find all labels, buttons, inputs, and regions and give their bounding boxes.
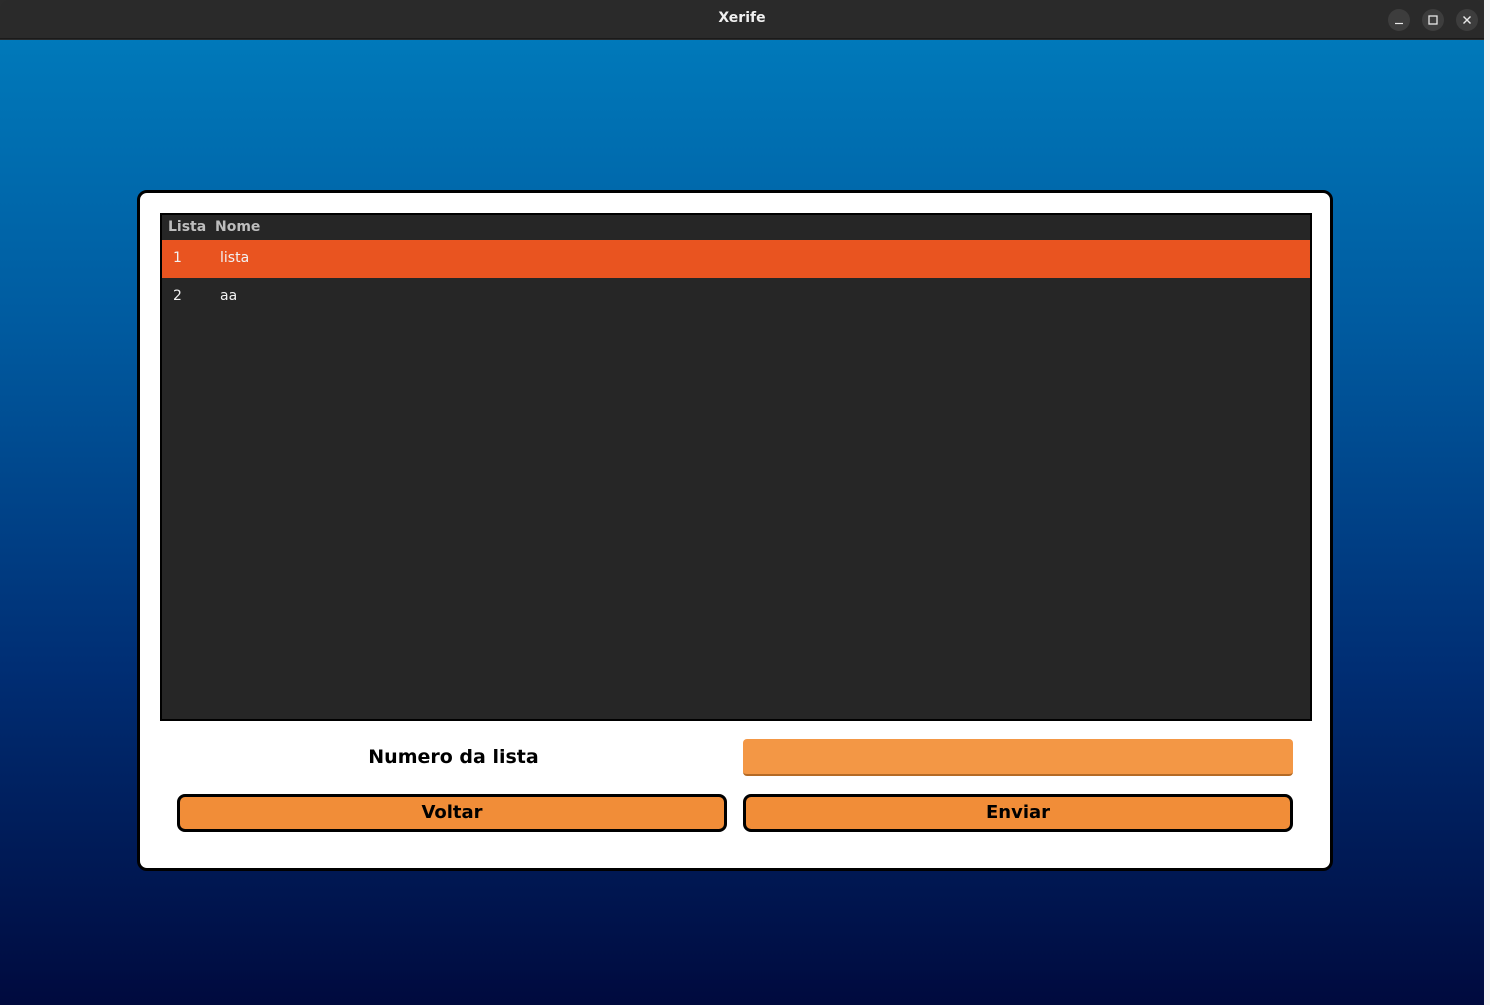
row-lista-cell: 2 (173, 288, 182, 304)
list-number-input[interactable] (743, 739, 1293, 776)
close-button[interactable] (1456, 9, 1478, 31)
app-window: Xerife Lista Nome 1 lista 2 aa Numero da… (0, 0, 1484, 1005)
lists-table: Lista Nome 1 lista 2 aa (160, 213, 1312, 721)
close-icon (1463, 16, 1471, 24)
back-button[interactable]: Voltar (177, 794, 727, 832)
title-bar[interactable]: Xerife (0, 0, 1484, 39)
minimize-button[interactable] (1388, 9, 1410, 31)
minimize-icon (1395, 22, 1403, 25)
row-lista-cell: 1 (173, 250, 182, 266)
row-nome-cell: lista (220, 250, 250, 266)
column-header-lista[interactable]: Lista (168, 219, 206, 235)
column-header-nome[interactable]: Nome (215, 219, 260, 235)
list-number-label: Numero da lista (368, 746, 539, 768)
window-title: Xerife (718, 10, 766, 26)
maximize-button[interactable] (1422, 9, 1444, 31)
row-nome-cell: aa (220, 288, 238, 304)
table-row[interactable]: 1 lista (162, 240, 1310, 278)
maximize-icon (1428, 15, 1438, 25)
list-selection-panel: Lista Nome 1 lista 2 aa Numero da lista … (137, 190, 1333, 871)
desktop-edge (1484, 0, 1490, 1005)
send-button[interactable]: Enviar (743, 794, 1293, 832)
window-background: Lista Nome 1 lista 2 aa Numero da lista … (0, 40, 1484, 1005)
table-header: Lista Nome (162, 215, 1310, 240)
table-row[interactable]: 2 aa (162, 278, 1310, 316)
